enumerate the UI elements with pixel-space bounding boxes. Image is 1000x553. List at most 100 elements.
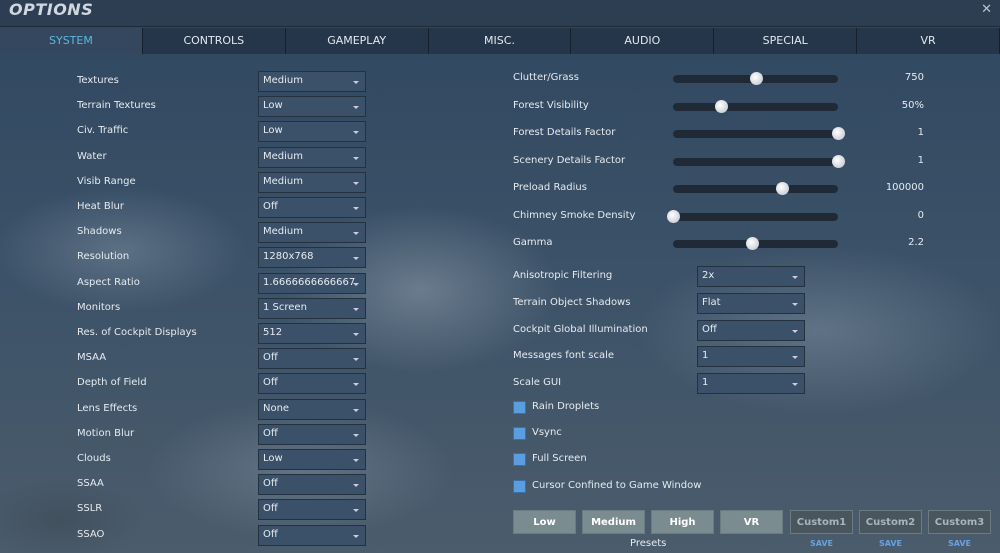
setting-row: SSLR Off xyxy=(77,499,367,521)
setting-dropdown[interactable]: Off xyxy=(258,348,366,370)
setting-label: Visib Range xyxy=(77,175,136,187)
setting-row: MSAA Off xyxy=(77,348,367,370)
setting-label: SSLR xyxy=(77,503,103,515)
setting-row: Textures Medium xyxy=(77,71,367,93)
setting-dropdown[interactable]: Low xyxy=(258,96,366,118)
slider-label: Forest Visibility xyxy=(513,99,589,111)
setting-dropdown[interactable]: Low xyxy=(258,121,366,143)
setting-label: Lens Effects xyxy=(77,402,138,414)
preset-low-button[interactable]: Low xyxy=(513,510,576,534)
setting-row: Cockpit Global Illumination Off xyxy=(513,319,813,342)
preset-custom3-button[interactable]: Custom3 xyxy=(928,510,991,534)
slider-label: Scenery Details Factor xyxy=(513,154,626,166)
setting-row: Visib Range Medium xyxy=(77,171,367,194)
preset-custom1-button[interactable]: Custom1 xyxy=(790,510,853,534)
save-custom3-link[interactable]: SAVE xyxy=(928,539,991,548)
slider-handle[interactable] xyxy=(667,209,680,223)
setting-dropdown[interactable]: Off xyxy=(697,319,805,341)
setting-row: SSAA Off xyxy=(77,474,367,496)
setting-dropdown[interactable]: Off xyxy=(258,499,366,521)
setting-dropdown[interactable]: Off xyxy=(258,474,366,496)
title-bar: OPTIONS ✕ xyxy=(0,0,1000,27)
slider-track[interactable] xyxy=(673,154,845,168)
tab-misc[interactable]: MISC. xyxy=(429,28,572,54)
setting-label: Shadows xyxy=(77,226,122,238)
setting-dropdown[interactable]: Off xyxy=(258,423,366,445)
setting-label: SSAA xyxy=(77,478,104,490)
slider-handle[interactable] xyxy=(749,72,763,85)
setting-label: Anisotropic Filtering xyxy=(513,270,613,281)
setting-dropdown[interactable]: 1 Screen xyxy=(258,297,366,319)
preset-medium-button[interactable]: Medium xyxy=(582,510,645,534)
slider-handle[interactable] xyxy=(832,154,845,168)
setting-row: Shadows Medium xyxy=(77,222,367,244)
checkbox[interactable] xyxy=(513,453,526,466)
preset-high-button[interactable]: High xyxy=(651,510,714,534)
setting-dropdown[interactable]: Medium xyxy=(258,171,366,193)
save-custom2-link[interactable]: SAVE xyxy=(859,539,922,548)
setting-dropdown[interactable]: Medium xyxy=(258,222,366,244)
slider-label: Clutter/Grass xyxy=(513,72,579,83)
setting-row: Monitors 1 Screen xyxy=(77,297,367,320)
setting-dropdown[interactable]: Flat xyxy=(697,292,805,314)
tab-special[interactable]: SPECIAL xyxy=(714,28,858,54)
presets-label: Presets xyxy=(630,538,667,549)
setting-dropdown[interactable]: Off xyxy=(258,524,366,546)
close-icon[interactable]: ✕ xyxy=(981,2,992,17)
slider-handle[interactable] xyxy=(775,182,789,195)
checkbox-label: Vsync xyxy=(532,427,562,438)
setting-dropdown[interactable]: 1280x768 xyxy=(258,247,366,269)
slider-track[interactable] xyxy=(673,182,838,195)
slider-value: 1 xyxy=(917,154,924,166)
setting-dropdown[interactable]: 1.6666666666667 xyxy=(258,272,366,294)
slider-track[interactable] xyxy=(667,209,838,223)
slider-track[interactable] xyxy=(673,127,845,140)
setting-row: Heat Blur Off xyxy=(77,197,367,219)
setting-dropdown[interactable]: Medium xyxy=(258,146,366,168)
tab-system[interactable]: SYSTEM xyxy=(0,28,143,54)
tab-gameplay[interactable]: GAMEPLAY xyxy=(286,28,429,54)
setting-dropdown[interactable]: Low xyxy=(258,449,366,470)
tab-vr[interactable]: VR xyxy=(857,28,1000,54)
setting-row: Anisotropic Filtering 2x xyxy=(513,266,813,288)
setting-row: Scale GUI 1 xyxy=(513,373,813,395)
setting-dropdown[interactable]: Off xyxy=(258,373,366,395)
tab-audio[interactable]: AUDIO xyxy=(571,28,715,54)
tab-controls[interactable]: CONTROLS xyxy=(143,28,286,54)
checkbox[interactable] xyxy=(513,480,526,493)
setting-label: Motion Blur xyxy=(77,427,135,439)
slider-handle[interactable] xyxy=(832,127,845,140)
setting-label: Depth of Field xyxy=(77,377,147,389)
setting-dropdown[interactable]: 1 xyxy=(697,373,805,395)
slider-row: Scenery Details Factor 1 xyxy=(513,152,933,172)
setting-dropdown[interactable]: Medium xyxy=(258,71,366,92)
slider-track[interactable] xyxy=(673,99,838,113)
setting-row: Terrain Textures Low xyxy=(77,96,367,118)
setting-row: Aspect Ratio 1.6666666666667 xyxy=(77,272,367,295)
slider-value: 750 xyxy=(904,72,924,83)
setting-dropdown[interactable]: 512 xyxy=(258,323,366,344)
setting-dropdown[interactable]: Off xyxy=(258,197,366,218)
slider-track[interactable] xyxy=(673,237,838,250)
slider-handle[interactable] xyxy=(714,99,728,113)
window-title: OPTIONS xyxy=(9,0,94,19)
setting-label: Clouds xyxy=(77,453,111,464)
setting-row: Civ. Traffic Low xyxy=(77,121,367,143)
setting-dropdown[interactable]: None xyxy=(258,398,366,420)
slider-handle[interactable] xyxy=(746,237,760,250)
checkbox[interactable] xyxy=(513,427,526,440)
slider-label: Gamma xyxy=(513,237,553,248)
setting-label: SSAO xyxy=(77,528,105,540)
preset-vr-button[interactable]: VR xyxy=(720,510,783,534)
tab-bar: SYSTEM CONTROLS GAMEPLAY MISC. AUDIO SPECIAL V… xyxy=(0,28,1000,54)
setting-dropdown[interactable]: 1 xyxy=(697,346,805,368)
setting-label: Textures xyxy=(77,75,119,86)
setting-label: Heat Blur xyxy=(77,201,124,212)
slider-track[interactable] xyxy=(673,72,838,85)
checkbox[interactable] xyxy=(513,401,526,414)
setting-dropdown[interactable]: 2x xyxy=(697,266,805,287)
save-custom1-link[interactable]: SAVE xyxy=(790,539,853,548)
setting-label: Terrain Textures xyxy=(77,100,156,112)
preset-custom2-button[interactable]: Custom2 xyxy=(859,510,922,534)
setting-row: Terrain Object Shadows Flat xyxy=(513,292,813,315)
